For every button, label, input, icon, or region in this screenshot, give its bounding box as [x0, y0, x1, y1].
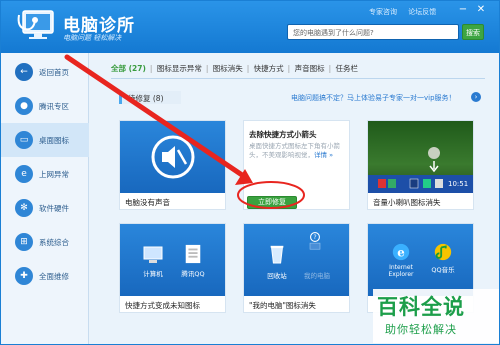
site-watermark: 百科全说 助你轻松解决 [373, 289, 499, 343]
app-window: 电脑诊所 电脑问题 轻松解决 专家咨询 论坛反馈 − ✕ 您的电脑遇到了什么问题… [0, 0, 500, 345]
watermark-title: 百科全说 [377, 295, 465, 319]
watermark-subtitle: 助你轻松解决 [385, 323, 457, 336]
